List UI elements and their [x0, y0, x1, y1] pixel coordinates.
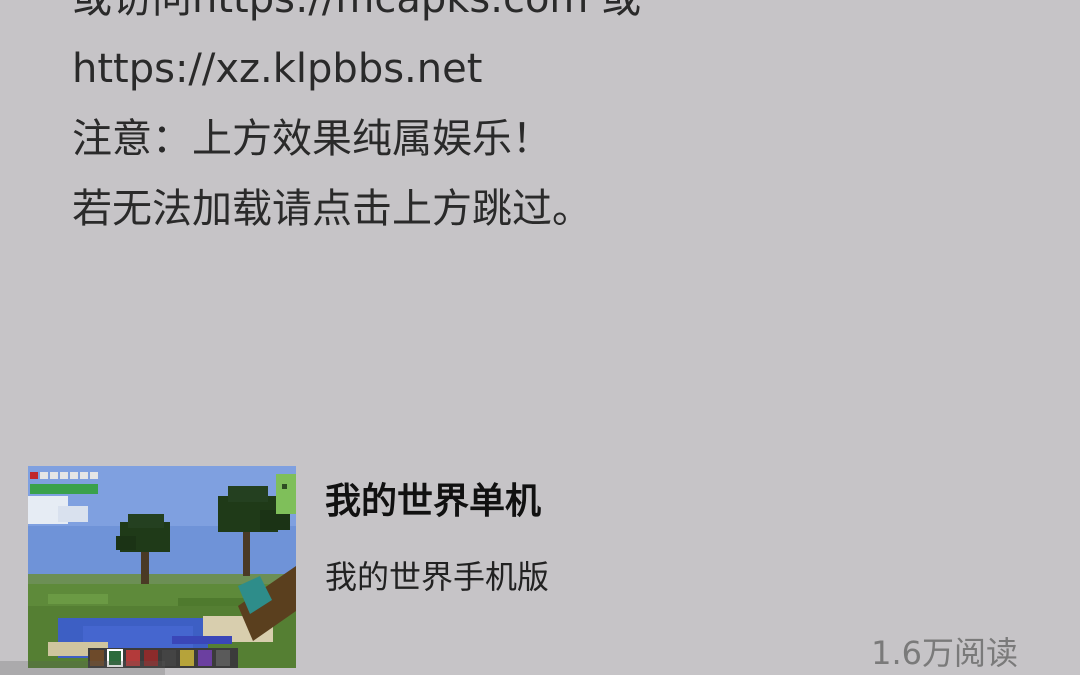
article-line-3: 注意：上方效果纯属娱乐！: [72, 116, 552, 162]
recommended-article-card[interactable]: 我的世界单机 我的世界手机版 1.6万阅读: [28, 466, 1028, 672]
card-title[interactable]: 我的世界单机: [325, 472, 541, 524]
page: 或访问https://mcapks.com 或 https://xz.klpbb…: [0, 0, 1080, 675]
article-line-2[interactable]: https://xz.klpbbs.net: [72, 34, 641, 104]
read-count: 1.6万阅读: [871, 634, 1018, 672]
card-subtitle: 我的世界手机版: [325, 558, 550, 596]
card-thumbnail[interactable]: [28, 466, 296, 668]
bottom-overlay-strip: [0, 661, 165, 675]
article-line-4: 若无法加载请点击上方跳过。: [72, 186, 592, 232]
article-line-1: 或访问https://mcapks.com 或: [72, 0, 641, 34]
article-body: 或访问https://mcapks.com 或 https://xz.klpbb…: [72, 0, 641, 244]
minecraft-screenshot-image: [28, 466, 296, 668]
